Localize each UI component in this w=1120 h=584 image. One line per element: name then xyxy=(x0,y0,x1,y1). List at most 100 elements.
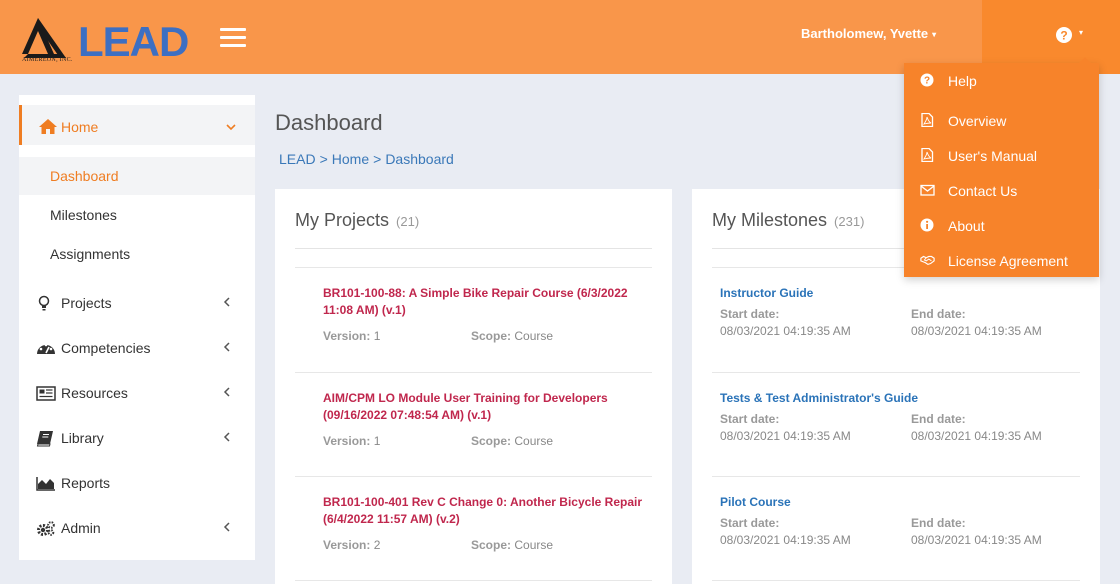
breadcrumb-separator: > xyxy=(319,151,328,167)
breadcrumb-separator: > xyxy=(373,151,382,167)
chevron-left-icon xyxy=(223,432,230,442)
help-menu-item-label: License Agreement xyxy=(948,253,1068,269)
help-menu-item-overview[interactable]: Overview xyxy=(904,105,1099,135)
breadcrumb-link-dashboard[interactable]: Dashboard xyxy=(385,151,454,167)
help-menu-item-users-manual[interactable]: User's Manual xyxy=(904,140,1099,170)
sidebar-item-resources[interactable]: Resources xyxy=(19,373,255,413)
breadcrumb-link-lead[interactable]: LEAD xyxy=(279,151,316,167)
help-menu-item-about[interactable]: About xyxy=(904,210,1099,240)
chevron-down-icon xyxy=(226,124,236,131)
milestone-list-item: Tests & Test Administrator's Guide Start… xyxy=(720,391,1080,443)
help-menu-item-label: Contact Us xyxy=(948,183,1018,199)
project-title-link[interactable]: BR101-100-88: A Simple Bike Repair Cours… xyxy=(323,285,643,319)
breadcrumb-link-home[interactable]: Home xyxy=(332,151,369,167)
dropdown-arrow xyxy=(1079,57,1091,63)
scope-label: Scope: xyxy=(471,538,512,552)
end-date-value: 08/03/2021 04:19:35 AM xyxy=(911,324,1042,338)
start-date-value: 08/03/2021 04:19:35 AM xyxy=(720,324,851,338)
version-label: Version: xyxy=(323,329,371,343)
panel-title-text: My Projects xyxy=(295,210,390,230)
milestone-title-link[interactable]: Instructor Guide xyxy=(720,286,1080,300)
sidebar-item-projects[interactable]: Projects xyxy=(19,283,255,323)
sidebar-subitem-label: Milestones xyxy=(50,207,117,223)
panel-title: My Projects (21) xyxy=(295,210,419,231)
panel-count: (231) xyxy=(834,214,865,229)
help-menu-item-label: Overview xyxy=(948,113,1007,129)
sidebar-item-label: Library xyxy=(61,430,104,446)
lightbulb-icon xyxy=(38,295,50,311)
project-title-link[interactable]: AIM/CPM LO Module User Training for Deve… xyxy=(323,390,643,424)
sidebar-item-competencies[interactable]: Competencies xyxy=(19,328,255,368)
scope-value: Course xyxy=(514,434,554,448)
help-menu-item-contact-us[interactable]: Contact Us xyxy=(904,175,1099,205)
milestone-list-item: Instructor Guide Start date: 08/03/2021 0… xyxy=(720,286,1080,338)
book-icon xyxy=(36,431,53,447)
version-value: 2 xyxy=(373,538,381,552)
panel-title: My Milestones (231) xyxy=(712,210,864,231)
project-list-item: BR101-100-88: A Simple Bike Repair Cours… xyxy=(323,285,643,345)
divider xyxy=(295,580,652,581)
milestone-list-item: Pilot Course Start date: 08/03/2021 04:19… xyxy=(720,495,1080,547)
help-menu-item-license-agreement[interactable]: License Agreement xyxy=(904,245,1099,275)
user-menu-toggle[interactable]: Bartholomew, Yvette ▾ xyxy=(801,26,936,41)
dashboard-gauge-icon xyxy=(37,343,55,354)
divider xyxy=(712,372,1080,373)
end-date-label: End date: xyxy=(911,307,966,321)
version-value: 1 xyxy=(373,329,381,343)
panel-title-text: My Milestones xyxy=(712,210,828,230)
chevron-left-icon xyxy=(223,297,230,307)
milestone-title-link[interactable]: Tests & Test Administrator's Guide xyxy=(720,391,1080,405)
user-name: Bartholomew, Yvette xyxy=(801,26,929,41)
envelope-icon xyxy=(920,184,935,196)
home-icon xyxy=(39,119,57,134)
scope-label: Scope: xyxy=(471,329,512,343)
sidebar-subitem-label: Dashboard xyxy=(50,168,119,184)
sidebar-item-reports[interactable]: Reports xyxy=(19,463,255,503)
divider xyxy=(712,476,1080,477)
scope-value: Course xyxy=(514,329,554,343)
help-menu-item-label: About xyxy=(948,218,985,234)
start-date-label: Start date: xyxy=(720,516,780,530)
scope-label: Scope: xyxy=(471,434,512,448)
end-date-value: 08/03/2021 04:19:35 AM xyxy=(911,533,1042,547)
sidebar: Home Dashboard Milestones Assignments Pr… xyxy=(19,95,255,560)
question-circle-icon: ? xyxy=(1056,27,1072,43)
sidebar-item-label: Reports xyxy=(61,475,111,491)
start-date-value: 08/03/2021 04:19:35 AM xyxy=(720,429,851,443)
version-label: Version: xyxy=(323,434,371,448)
milestone-title-link[interactable]: Pilot Course xyxy=(720,495,1080,509)
page-title: Dashboard xyxy=(275,110,383,135)
sidebar-item-label: Home xyxy=(61,119,99,135)
divider xyxy=(712,580,1080,581)
end-date-label: End date: xyxy=(911,516,966,530)
sidebar-subitem-assignments[interactable]: Assignments xyxy=(19,235,255,273)
svg-text:?: ? xyxy=(924,76,930,87)
end-date-label: End date: xyxy=(911,412,966,426)
help-menu-item-label: User's Manual xyxy=(948,148,1038,164)
start-date-label: Start date: xyxy=(720,412,780,426)
version-value: 1 xyxy=(373,434,381,448)
project-title-link[interactable]: BR101-100-401 Rev C Change 0: Another Bi… xyxy=(323,494,643,528)
breadcrumb: LEAD > Home > Dashboard xyxy=(279,151,454,167)
question-circle-icon: ? xyxy=(920,73,934,87)
handshake-icon xyxy=(920,255,935,266)
help-menu-item-label: Help xyxy=(948,73,977,89)
divider xyxy=(295,476,652,477)
sidebar-item-admin[interactable]: Admin xyxy=(19,508,255,548)
my-projects-panel: My Projects (21) BR101-100-88: A Simple … xyxy=(275,189,672,584)
sidebar-item-library[interactable]: Library xyxy=(19,418,255,458)
help-dropdown-menu: ? Help Overview User's Manual Contact Us… xyxy=(904,57,1099,277)
sidebar-item-home[interactable]: Home xyxy=(19,105,255,145)
version-label: Version: xyxy=(323,538,371,552)
sidebar-subitem-milestones[interactable]: Milestones xyxy=(19,196,255,234)
help-menu-item-help[interactable]: ? Help xyxy=(904,65,1099,95)
start-date-value: 08/03/2021 04:19:35 AM xyxy=(720,533,851,547)
newspaper-icon xyxy=(36,386,56,401)
cogs-icon xyxy=(37,521,55,536)
divider xyxy=(295,248,652,249)
sidebar-subitem-dashboard[interactable]: Dashboard xyxy=(19,157,255,195)
pdf-file-icon xyxy=(921,113,934,127)
hamburger-menu-icon[interactable] xyxy=(220,28,246,48)
project-list-item: BR101-100-401 Rev C Change 0: Another Bi… xyxy=(323,494,643,554)
project-list-item: AIM/CPM LO Module User Training for Deve… xyxy=(323,390,643,450)
